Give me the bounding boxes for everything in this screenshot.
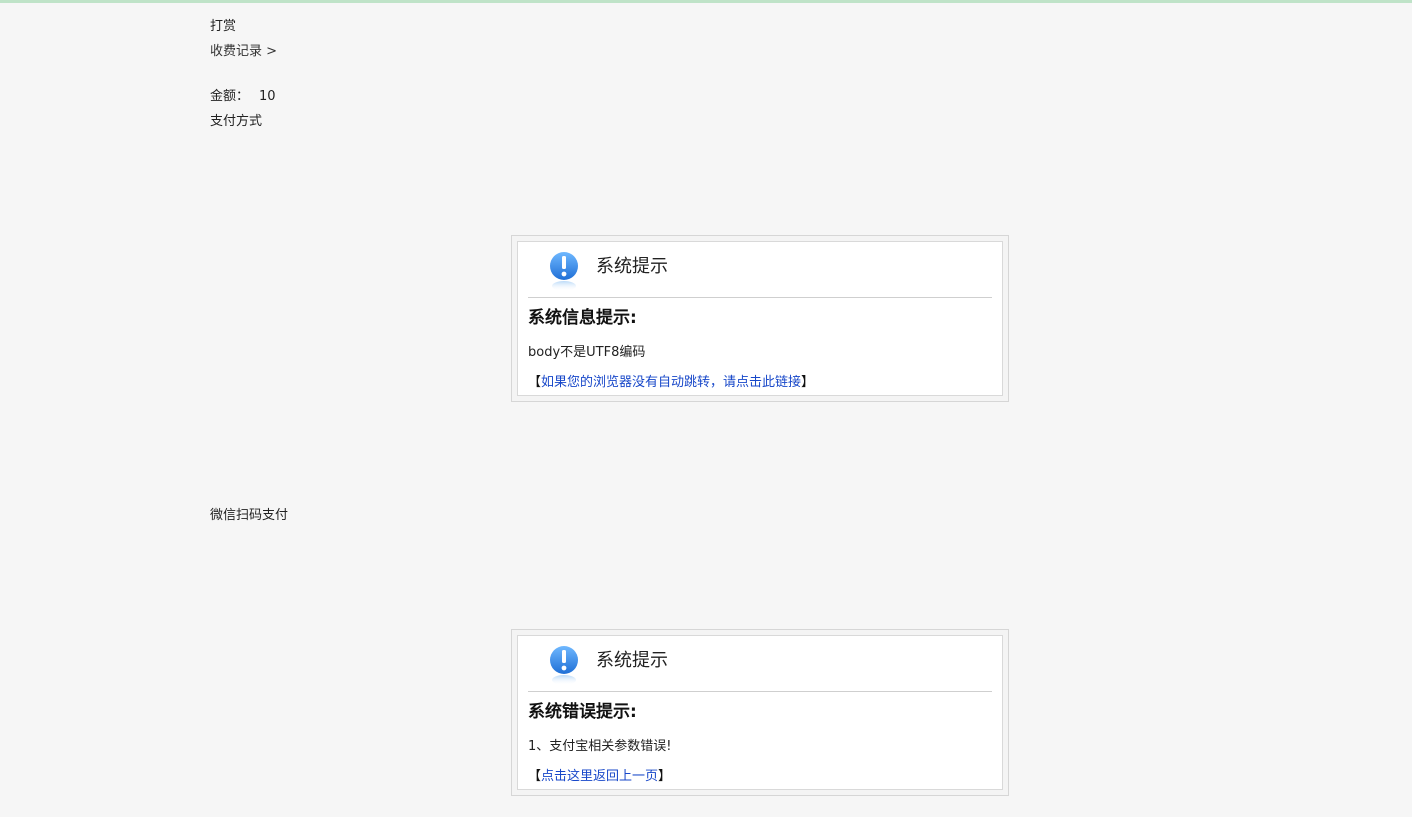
dialog-panel: 系统提示 系统信息提示: body不是UTF8编码 【如果您的浏览器没有自动跳转…: [517, 241, 1003, 396]
system-error-dialog: 系统提示 系统错误提示: 1、支付宝相关参数错误! 【点击这里返回上一页】: [511, 629, 1009, 796]
amount-value: 10: [259, 89, 276, 104]
bracket-open: 【: [528, 769, 542, 784]
dialog-panel: 系统提示 系统错误提示: 1、支付宝相关参数错误! 【点击这里返回上一页】: [517, 635, 1003, 790]
dialog-subtitle: 系统错误提示:: [528, 702, 637, 722]
dialog-header: 系统提示: [528, 636, 992, 692]
dialog-message: body不是UTF8编码: [528, 345, 646, 360]
bracket-close: 】: [801, 375, 815, 390]
dialog-title: 系统提示: [596, 650, 668, 671]
amount-row: 金额： 10: [210, 89, 276, 105]
records-link[interactable]: 收费记录 >: [210, 44, 277, 59]
dialog-header: 系统提示: [528, 242, 992, 298]
amount-label: 金额：: [210, 89, 250, 104]
redirect-link[interactable]: 如果您的浏览器没有自动跳转，请点击此链接: [541, 375, 801, 390]
dialog-title: 系统提示: [596, 256, 668, 277]
exclamation-icon: [550, 252, 578, 291]
bracket-open: 【: [528, 375, 542, 390]
dialog-link-line: 【如果您的浏览器没有自动跳转，请点击此链接】: [528, 375, 814, 391]
bracket-close: 】: [658, 769, 672, 784]
exclamation-icon: [550, 646, 578, 685]
wechat-pay-label: 微信扫码支付: [210, 508, 289, 523]
payment-method-label: 支付方式: [210, 114, 263, 129]
page: 打赏 收费记录 > 金额： 10 支付方式 系统提示 系统信息提示: body不…: [0, 0, 1412, 817]
dialog-link-line: 【点击这里返回上一页】: [528, 769, 671, 785]
back-link[interactable]: 点击这里返回上一页: [541, 769, 658, 784]
reward-label: 打赏: [210, 19, 237, 34]
dialog-subtitle: 系统信息提示:: [528, 308, 637, 328]
system-message-dialog: 系统提示 系统信息提示: body不是UTF8编码 【如果您的浏览器没有自动跳转…: [511, 235, 1009, 402]
dialog-message: 1、支付宝相关参数错误!: [528, 739, 672, 754]
